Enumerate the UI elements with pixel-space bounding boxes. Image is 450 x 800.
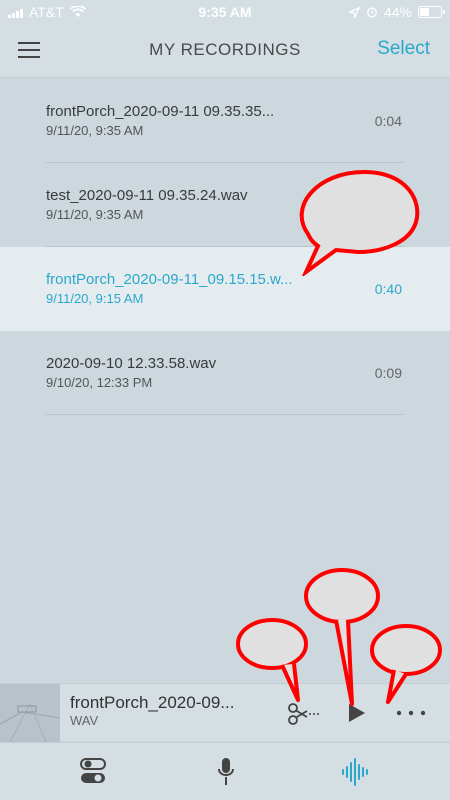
more-dots-icon[interactable] bbox=[396, 710, 426, 716]
status-bar: AT&T 9:35 AM 44% bbox=[0, 0, 450, 24]
callout-bubble-1 bbox=[299, 169, 420, 276]
microphone-icon[interactable] bbox=[217, 757, 235, 787]
recording-date: 9/10/20, 12:33 PM bbox=[46, 375, 153, 390]
recording-date: 9/11/20, 9:35 AM bbox=[46, 123, 144, 138]
waveform-icon[interactable] bbox=[341, 757, 371, 787]
recording-name: frontPorch_2020-09-11 09.35.35... bbox=[46, 103, 275, 120]
recording-duration: 0:40 bbox=[374, 281, 402, 297]
nav-bar: MY RECORDINGS Select bbox=[0, 24, 450, 78]
select-button[interactable]: Select bbox=[377, 38, 430, 60]
callout-bubble-4 bbox=[370, 624, 442, 704]
toggle-settings-icon[interactable] bbox=[80, 757, 106, 785]
recording-row[interactable]: 2020-09-10 12.33.58.wav 9/10/20, 12:33 P… bbox=[0, 331, 450, 415]
status-right: 44% bbox=[348, 4, 445, 20]
battery-percent: 44% bbox=[383, 4, 412, 20]
recording-date: 9/11/20, 9:15 AM bbox=[46, 291, 144, 306]
callout-bubble-3 bbox=[236, 618, 308, 702]
tab-bar bbox=[0, 742, 450, 800]
alarm-icon bbox=[366, 7, 377, 18]
recording-duration: 0:09 bbox=[374, 365, 402, 381]
row-divider bbox=[46, 414, 404, 415]
recording-name: 2020-09-10 12.33.58.wav bbox=[46, 355, 217, 372]
recording-duration: 0:04 bbox=[374, 113, 402, 129]
player-format: WAV bbox=[70, 713, 99, 728]
battery-icon bbox=[418, 6, 445, 18]
recording-row[interactable]: frontPorch_2020-09-11 09.35.35... 9/11/2… bbox=[0, 79, 450, 163]
recording-thumbnail bbox=[0, 684, 60, 742]
location-icon bbox=[348, 6, 360, 18]
recording-date: 9/11/20, 9:35 AM bbox=[46, 207, 144, 222]
